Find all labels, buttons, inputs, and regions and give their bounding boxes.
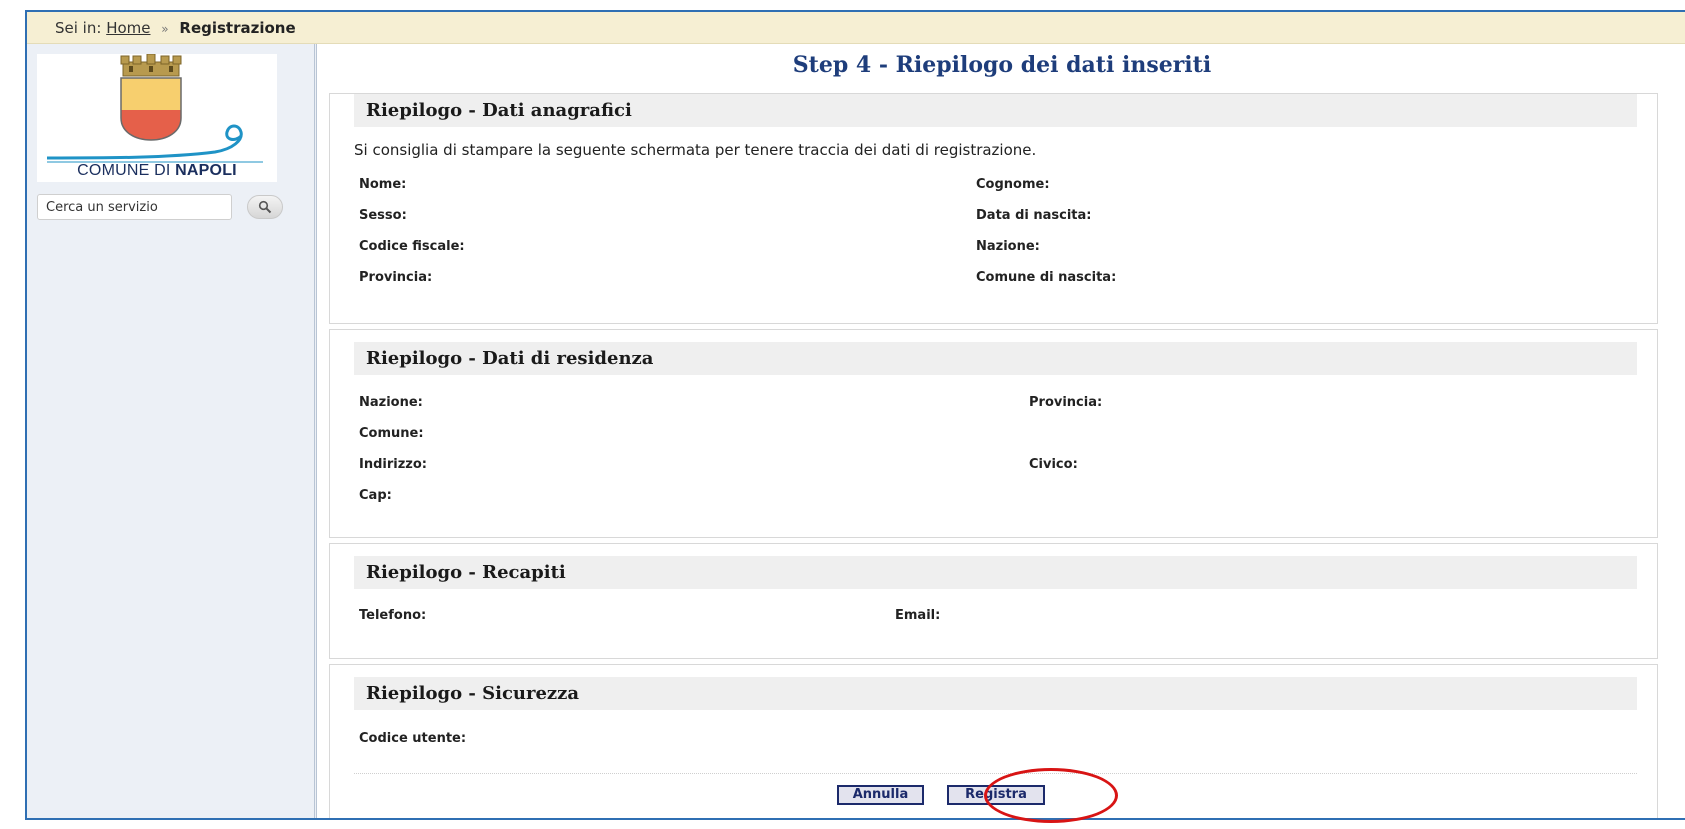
section-sicurezza: Riepilogo - Sicurezza Codice utente: Ann… [329, 664, 1658, 818]
page-frame: Sei in: Home » Registrazione COMUNE DI N… [25, 10, 1685, 820]
field-label-email: Email: [895, 608, 941, 623]
field-label-nome: Nome: [359, 177, 407, 192]
section-title: Riepilogo - Sicurezza [354, 677, 1637, 710]
section-title: Riepilogo - Dati di residenza [354, 342, 1637, 375]
main-content: Step 4 - Riepilogo dei dati inseriti Rie… [319, 44, 1685, 818]
field-label-comune: Comune: [359, 426, 424, 441]
field-label-sesso: Sesso: [359, 208, 407, 223]
napoli-coat-of-arms-icon [46, 54, 263, 163]
breadcrumb-current: Registrazione [179, 19, 296, 37]
print-advice-note: Si consiglia di stampare la seguente sch… [354, 141, 1037, 159]
section-dati-residenza: Riepilogo - Dati di residenza Nazione: P… [329, 329, 1658, 538]
breadcrumb-home-link[interactable]: Home [106, 19, 150, 37]
register-button[interactable]: Registra [947, 785, 1045, 805]
field-label-civico: Civico: [1029, 457, 1078, 472]
field-label-codice-fiscale: Codice fiscale: [359, 239, 465, 254]
field-label-provincia: Provincia: [359, 270, 433, 285]
logo-caption: COMUNE DI NAPOLI [77, 162, 237, 179]
breadcrumb: Sei in: Home » Registrazione [27, 12, 1685, 44]
field-label-indirizzo: Indirizzo: [359, 457, 427, 472]
section-recapiti: Riepilogo - Recapiti Telefono: Email: [329, 543, 1658, 659]
search-icon [258, 200, 272, 214]
field-label-codice-utente: Codice utente: [359, 731, 467, 746]
comune-napoli-logo[interactable]: COMUNE DI NAPOLI [37, 54, 277, 182]
breadcrumb-separator: » [161, 22, 169, 36]
field-label-comune-nascita: Comune di nascita: [976, 270, 1117, 285]
field-label-nazione: Nazione: [359, 395, 423, 410]
page-title: Step 4 - Riepilogo dei dati inseriti [792, 52, 1212, 78]
field-label-cognome: Cognome: [976, 177, 1050, 192]
field-label-nazione: Nazione: [976, 239, 1040, 254]
field-label-provincia: Provincia: [1029, 395, 1103, 410]
breadcrumb-prefix: Sei in: [55, 19, 102, 37]
cancel-button[interactable]: Annulla [837, 785, 924, 805]
section-title: Riepilogo - Recapiti [354, 556, 1637, 589]
search-input[interactable] [37, 194, 232, 220]
field-label-telefono: Telefono: [359, 608, 427, 623]
sidebar: COMUNE DI NAPOLI [27, 44, 317, 818]
field-label-cap: Cap: [359, 488, 392, 503]
search-button[interactable] [247, 195, 283, 219]
form-divider [354, 773, 1637, 774]
section-dati-anagrafici: Riepilogo - Dati anagrafici Si consiglia… [329, 93, 1658, 324]
section-title: Riepilogo - Dati anagrafici [354, 94, 1637, 127]
field-label-data-nascita: Data di nascita: [976, 208, 1092, 223]
sidebar-search [37, 194, 283, 220]
